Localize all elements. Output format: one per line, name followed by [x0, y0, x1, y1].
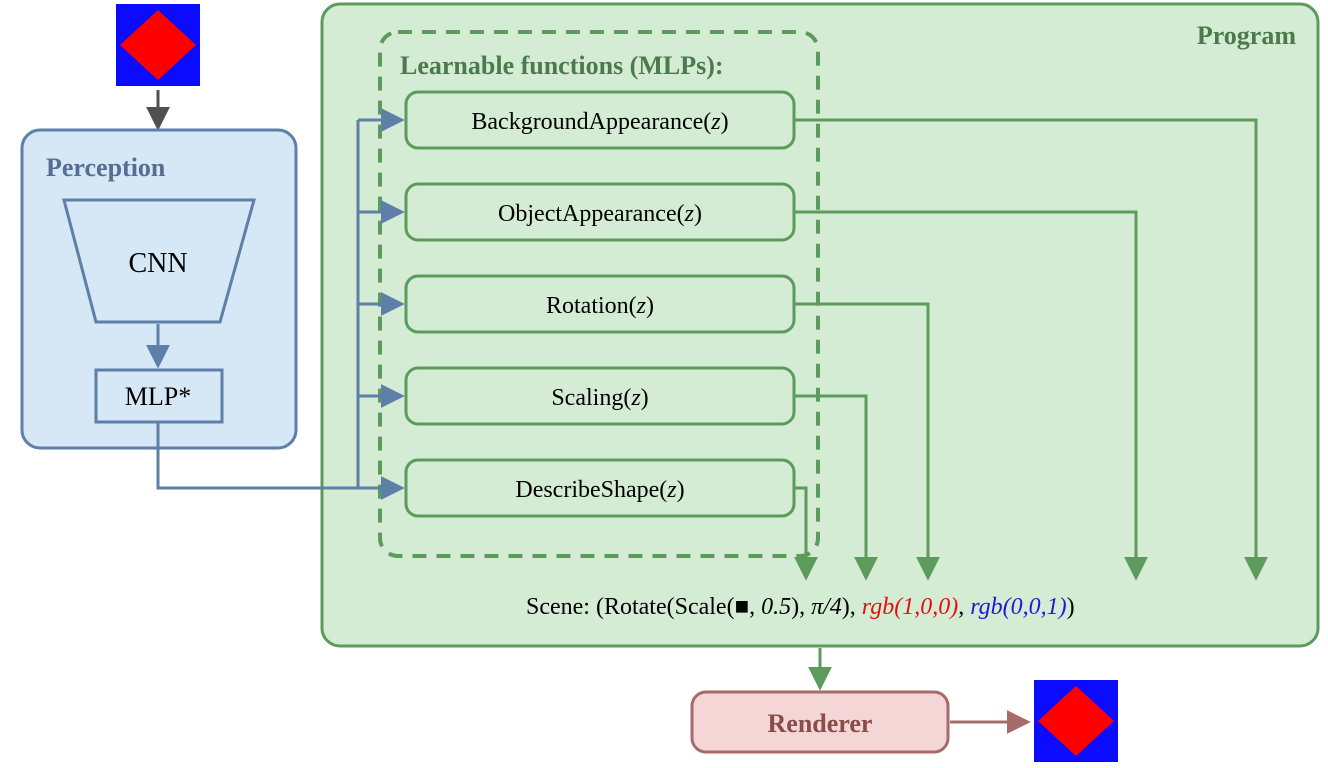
fn-label-scaling: Scaling(z) — [551, 385, 648, 411]
renderer-title: Renderer — [768, 709, 873, 738]
program-title: Program — [1197, 21, 1296, 50]
fn-label-describeshape: DescribeShape(z) — [515, 477, 684, 503]
fn-label-objectappearance: ObjectAppearance(z) — [498, 201, 702, 227]
output-image — [1034, 680, 1118, 762]
mlp-label: MLP* — [125, 382, 191, 411]
program-block: Program Learnable functions (MLPs): Back… — [322, 4, 1318, 646]
scene-expression: Scene: (Rotate(Scale(■, 0.5), π/4), rgb(… — [526, 594, 1075, 620]
architecture-diagram: Perception CNN MLP* Program Learnable fu… — [0, 0, 1328, 768]
renderer-block: Renderer — [692, 692, 948, 752]
learnable-title: Learnable functions (MLPs): — [400, 51, 724, 80]
fn-label-rotation: Rotation(z) — [546, 293, 654, 319]
fn-label-backgroundappearance: BackgroundAppearance(z) — [471, 109, 728, 135]
input-image — [116, 4, 200, 86]
perception-title: Perception — [46, 153, 166, 182]
perception-block: Perception CNN MLP* — [22, 130, 296, 448]
cnn-label: CNN — [128, 248, 187, 279]
